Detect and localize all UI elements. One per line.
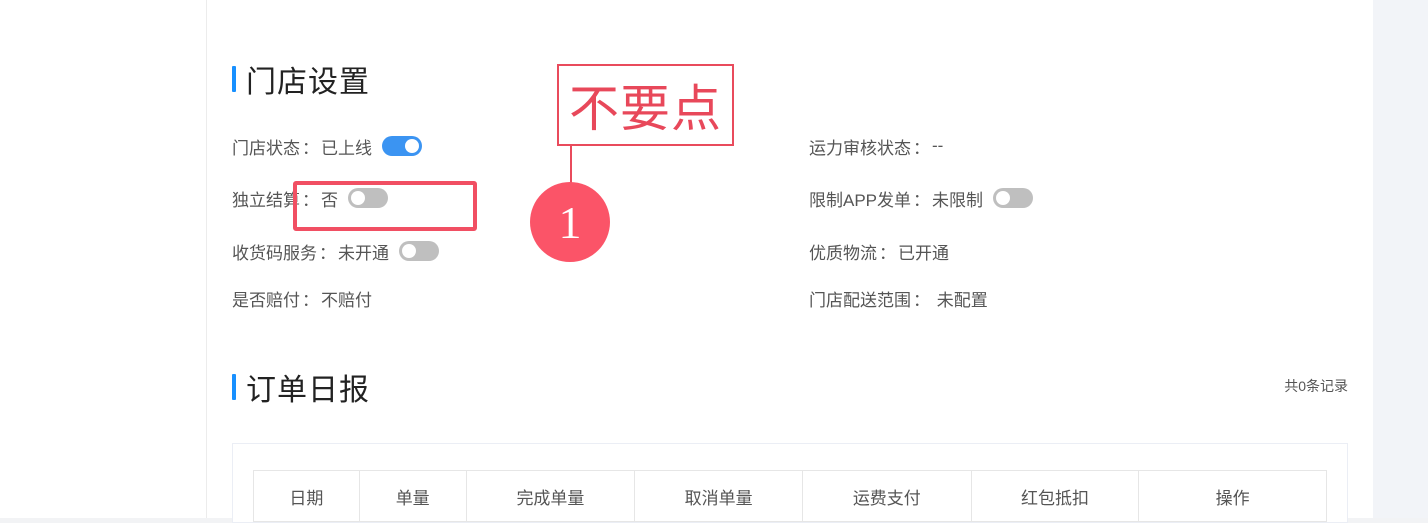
- annotation-marker: 1: [530, 182, 610, 262]
- limit-app-orders-row: 限制APP发单：未限制: [809, 186, 1034, 210]
- annotation-callout: 不要点: [557, 64, 734, 146]
- annotation-callout-text: 不要点: [569, 80, 722, 138]
- order-daily-title: 订单日报: [246, 374, 370, 407]
- toggle-knob: [405, 139, 419, 153]
- section-accent-bar: [232, 66, 236, 92]
- store-settings-heading: 门店设置: [232, 64, 370, 99]
- annotation-highlight-rect: [293, 181, 477, 231]
- column-header-cancelled: 取消单量: [635, 471, 803, 521]
- delivery-range-value: 未配置: [932, 290, 988, 310]
- section-accent-bar: [232, 374, 236, 400]
- delivery-range-row: 门店配送范围： 未配置: [809, 286, 988, 310]
- column-header-orders: 单量: [360, 471, 467, 521]
- record-count: 共0条记录: [1284, 378, 1348, 394]
- quality-logistics-row: 优质物流：已开通: [809, 239, 949, 263]
- annotation-connector: [570, 145, 572, 185]
- receipt-code-service-label: 收货码服务: [232, 243, 317, 263]
- compensation-row: 是否赔付：不赔付: [232, 286, 372, 310]
- column-header-date: 日期: [254, 471, 360, 521]
- store-status-toggle[interactable]: [382, 136, 422, 156]
- limit-app-orders-label: 限制APP发单: [809, 190, 912, 210]
- independent-settlement-label: 独立结算: [232, 190, 300, 210]
- column-header-actions: 操作: [1215, 488, 1250, 508]
- quality-logistics-label: 优质物流: [809, 243, 877, 263]
- compensation-value: 不赔付: [321, 290, 372, 310]
- receipt-code-service-value: 未开通: [338, 243, 389, 263]
- right-gutter: [1373, 0, 1428, 518]
- delivery-range-label: 门店配送范围: [809, 290, 911, 310]
- store-settings-title: 门店设置: [246, 66, 370, 99]
- column-header-completed: 完成单量: [467, 471, 636, 521]
- capacity-review-value: --: [932, 136, 944, 155]
- quality-logistics-value: 已开通: [898, 243, 949, 263]
- order-daily-heading: 订单日报: [232, 372, 370, 407]
- limit-app-orders-toggle[interactable]: [993, 188, 1034, 208]
- column-header-redpacket: 红包抵扣: [972, 471, 1140, 521]
- toggle-knob: [402, 244, 416, 258]
- capacity-review-label: 运力审核状态: [809, 138, 911, 158]
- receipt-code-service-row: 收货码服务：未开通: [232, 239, 439, 263]
- toggle-knob: [996, 191, 1011, 205]
- store-status-value: 已上线: [321, 138, 372, 158]
- column-header-freight: 运费支付: [803, 471, 972, 521]
- capacity-review-row: 运力审核状态： --: [809, 134, 943, 158]
- store-status-row: 门店状态：已上线: [232, 134, 422, 158]
- compensation-label: 是否赔付: [232, 290, 300, 310]
- limit-app-orders-value: 未限制: [932, 190, 984, 210]
- receipt-code-service-toggle[interactable]: [399, 241, 439, 261]
- store-status-label: 门店状态: [232, 138, 300, 158]
- left-gutter: [0, 0, 207, 518]
- order-table-header: 日期 单量 完成单量 取消单量 运费支付 红包抵扣 操作: [253, 470, 1327, 522]
- annotation-marker-number: 1: [558, 196, 582, 248]
